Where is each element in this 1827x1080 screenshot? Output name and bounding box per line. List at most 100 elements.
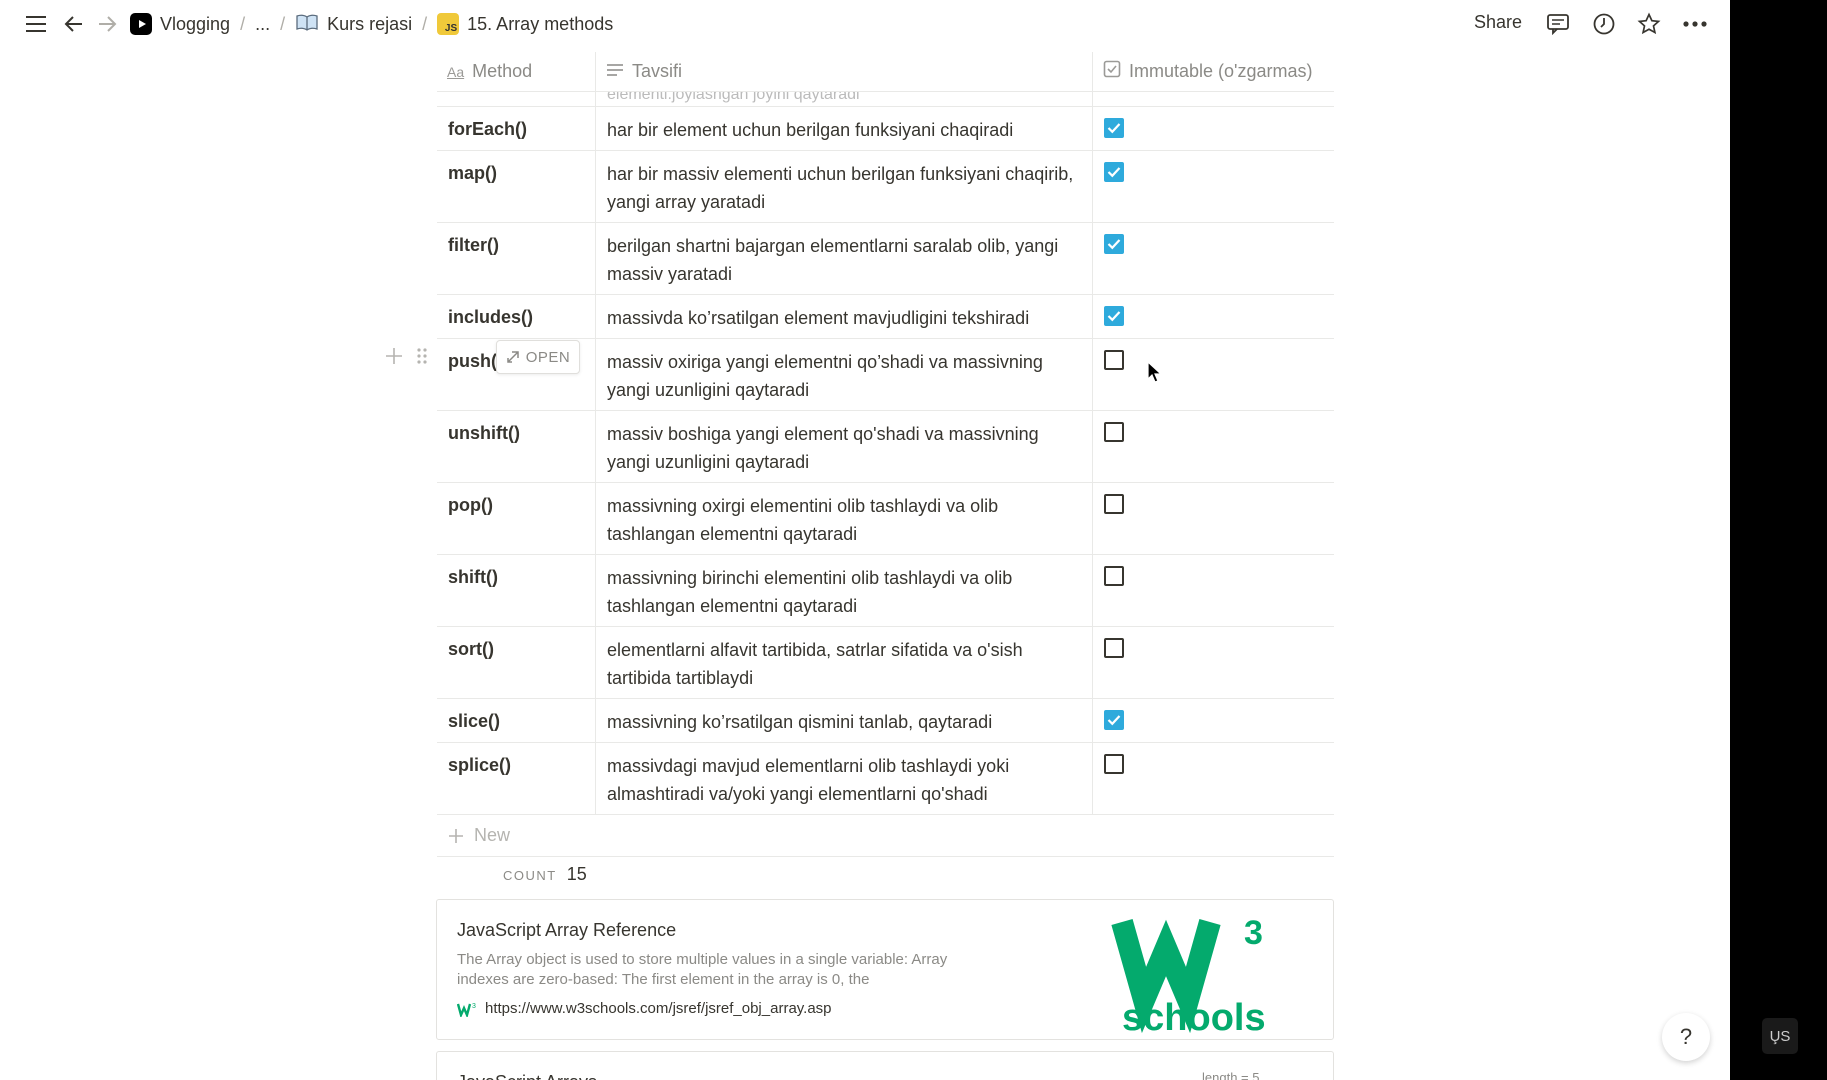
- breadcrumb-separator: /: [280, 13, 286, 34]
- checkbox-unchecked[interactable]: [1104, 754, 1124, 774]
- method-cell[interactable]: sort(): [437, 627, 595, 698]
- w3schools-favicon-icon: 3: [457, 1003, 476, 1017]
- description-cell[interactable]: elementlarni alfavit tartibida, satrlar …: [595, 627, 1092, 698]
- youtube-icon: [130, 13, 152, 35]
- method-cell[interactable]: splice(): [437, 743, 595, 814]
- breadcrumb-separator: /: [240, 13, 246, 34]
- column-header-label: Method: [472, 61, 533, 81]
- description-cell[interactable]: massiv oxiriga yangi elementni qo’shadi …: [595, 339, 1092, 410]
- method-cell[interactable]: filter(): [437, 223, 595, 294]
- table-row[interactable]: map() har bir massiv elementi uchun beril…: [437, 151, 1334, 223]
- checkbox-checked[interactable]: [1104, 118, 1124, 138]
- description-cell[interactable]: massiv boshiga yangi element qo'shadi va…: [595, 411, 1092, 482]
- checkbox-unchecked[interactable]: [1104, 638, 1124, 658]
- more-options-icon[interactable]: [1681, 10, 1709, 38]
- checkmark-icon: [1107, 123, 1121, 134]
- immutable-cell: [1092, 627, 1334, 698]
- description-cell[interactable]: berilgan shartni bajargan elementlarni s…: [595, 223, 1092, 294]
- checkmark-icon: [1107, 715, 1121, 726]
- table-row[interactable]: forEach() har bir element uchun berilgan …: [437, 107, 1334, 151]
- breadcrumb: Vlogging / ... / Kurs rejasi / JS 15. Ar…: [130, 10, 613, 38]
- checkmark-icon: [1107, 167, 1121, 178]
- app-corner-logo: U̧S: [1762, 1018, 1798, 1054]
- method-cell[interactable]: slice(): [437, 699, 595, 742]
- column-header-immutable[interactable]: Immutable (o'zgarmas): [1092, 52, 1334, 91]
- add-row-plus-icon[interactable]: [384, 346, 404, 371]
- breadcrumb-label: Vlogging: [160, 13, 231, 34]
- column-header-description[interactable]: Tavsifi: [595, 52, 1092, 91]
- description-cell[interactable]: massivning oxirgi elementini olib tashla…: [595, 483, 1092, 554]
- bookmark-title: JavaScript Arrays: [457, 1072, 597, 1080]
- bookmark-thumb-text: length = 5: [1202, 1070, 1260, 1080]
- checkbox-unchecked[interactable]: [1104, 566, 1124, 586]
- immutable-cell: [1092, 107, 1334, 150]
- description-cell[interactable]: har bir massiv elementi uchun berilgan f…: [595, 151, 1092, 222]
- method-cell[interactable]: includes(): [437, 295, 595, 338]
- description-cell[interactable]: massivdagi mavjud elementlarni olib tash…: [595, 743, 1092, 814]
- description-cell[interactable]: massivning birinchi elementini olib tash…: [595, 555, 1092, 626]
- table-row[interactable]: unshift() massiv boshiga yangi element qo…: [437, 411, 1334, 483]
- description-cell[interactable]: massivda ko’rsatilgan element mavjudligi…: [595, 295, 1092, 338]
- logo-superscript: 3: [1244, 914, 1263, 952]
- breadcrumb-ellipsis[interactable]: ...: [255, 14, 270, 35]
- comment-icon[interactable]: [1544, 10, 1572, 38]
- description-cell[interactable]: har bir element uchun berilgan funksiyan…: [595, 107, 1092, 150]
- bookmark-javascript-arrays[interactable]: JavaScript Arrays length = 5: [436, 1051, 1334, 1080]
- method-cell[interactable]: map(): [437, 151, 595, 222]
- breadcrumb-label: Kurs rejasi: [327, 13, 413, 34]
- menu-icon[interactable]: [22, 10, 50, 38]
- checkbox-unchecked[interactable]: [1104, 494, 1124, 514]
- forward-arrow-icon[interactable]: [93, 10, 121, 38]
- star-icon[interactable]: [1635, 10, 1663, 38]
- column-header-label: Immutable (o'zgarmas): [1129, 61, 1313, 81]
- new-row-button[interactable]: New: [437, 815, 1334, 857]
- drag-handle-icon[interactable]: [416, 346, 428, 371]
- text-property-icon: [606, 61, 624, 82]
- row-hover-tools: [384, 346, 428, 371]
- bookmark-url-text: https://www.w3schools.com/jsref/jsref_ob…: [485, 1000, 832, 1017]
- description-cell[interactable]: massivning ko’rsatilgan qismini tanlab, …: [595, 699, 1092, 742]
- method-cell[interactable]: pop(): [437, 483, 595, 554]
- column-header-method[interactable]: Aa Method: [437, 52, 595, 91]
- checkbox-checked[interactable]: [1104, 234, 1124, 254]
- checkmark-icon: [1107, 311, 1121, 322]
- svg-text:3: 3: [472, 1003, 476, 1010]
- back-arrow-icon[interactable]: [60, 10, 88, 38]
- share-button[interactable]: Share: [1474, 12, 1522, 33]
- table-row[interactable]: includes() massivda ko’rsatilgan element …: [437, 295, 1334, 339]
- immutable-cell: [1092, 339, 1334, 410]
- partial-description: elementi.joylashgan joyini qaytaradi: [595, 92, 1092, 106]
- plus-icon: [449, 828, 463, 843]
- breadcrumb-array-methods[interactable]: JS 15. Array methods: [437, 13, 613, 35]
- open-page-button[interactable]: OPEN: [496, 340, 580, 374]
- help-button[interactable]: ?: [1662, 1013, 1710, 1061]
- table-row[interactable]: shift() massivning birinchi elementini ol…: [437, 555, 1334, 627]
- checkbox-checked[interactable]: [1104, 162, 1124, 182]
- bookmark-w3schools[interactable]: JavaScript Array Reference The Array obj…: [436, 899, 1334, 1040]
- checkbox-checked[interactable]: [1104, 710, 1124, 730]
- checkbox-unchecked[interactable]: [1104, 350, 1124, 370]
- table-row[interactable]: filter() berilgan shartni bajargan elemen…: [437, 223, 1334, 295]
- notion-window: Vlogging / ... / Kurs rejasi / JS 15. Ar…: [0, 0, 1730, 1080]
- table-row[interactable]: sort() elementlarni alfavit tartibida, sa…: [437, 627, 1334, 699]
- count-summary[interactable]: COUNT 15: [503, 864, 587, 885]
- table-row[interactable]: splice() massivdagi mavjud elementlarni o…: [437, 743, 1334, 815]
- immutable-cell: [1092, 699, 1334, 742]
- count-label: COUNT: [503, 868, 557, 883]
- breadcrumb-vlogging[interactable]: Vlogging: [130, 13, 230, 35]
- count-value: 15: [566, 864, 587, 884]
- checkbox-unchecked[interactable]: [1104, 422, 1124, 442]
- method-cell[interactable]: unshift(): [437, 411, 595, 482]
- checkbox-checked[interactable]: [1104, 306, 1124, 326]
- immutable-cell: [1092, 743, 1334, 814]
- table-row[interactable]: slice() massivning ko’rsatilgan qismini t…: [437, 699, 1334, 743]
- method-cell[interactable]: shift(): [437, 555, 595, 626]
- immutable-cell: [1092, 483, 1334, 554]
- breadcrumb-kurs-rejasi[interactable]: Kurs rejasi: [295, 13, 412, 36]
- table-row[interactable]: pop() massivning oxirgi elementini olib t…: [437, 483, 1334, 555]
- bookmark-title: JavaScript Array Reference: [457, 920, 677, 940]
- bookmark-url[interactable]: 3 https://www.w3schools.com/jsref/jsref_…: [457, 1000, 832, 1017]
- history-clock-icon[interactable]: [1590, 10, 1618, 38]
- immutable-cell: [1092, 151, 1334, 222]
- method-cell[interactable]: forEach(): [437, 107, 595, 150]
